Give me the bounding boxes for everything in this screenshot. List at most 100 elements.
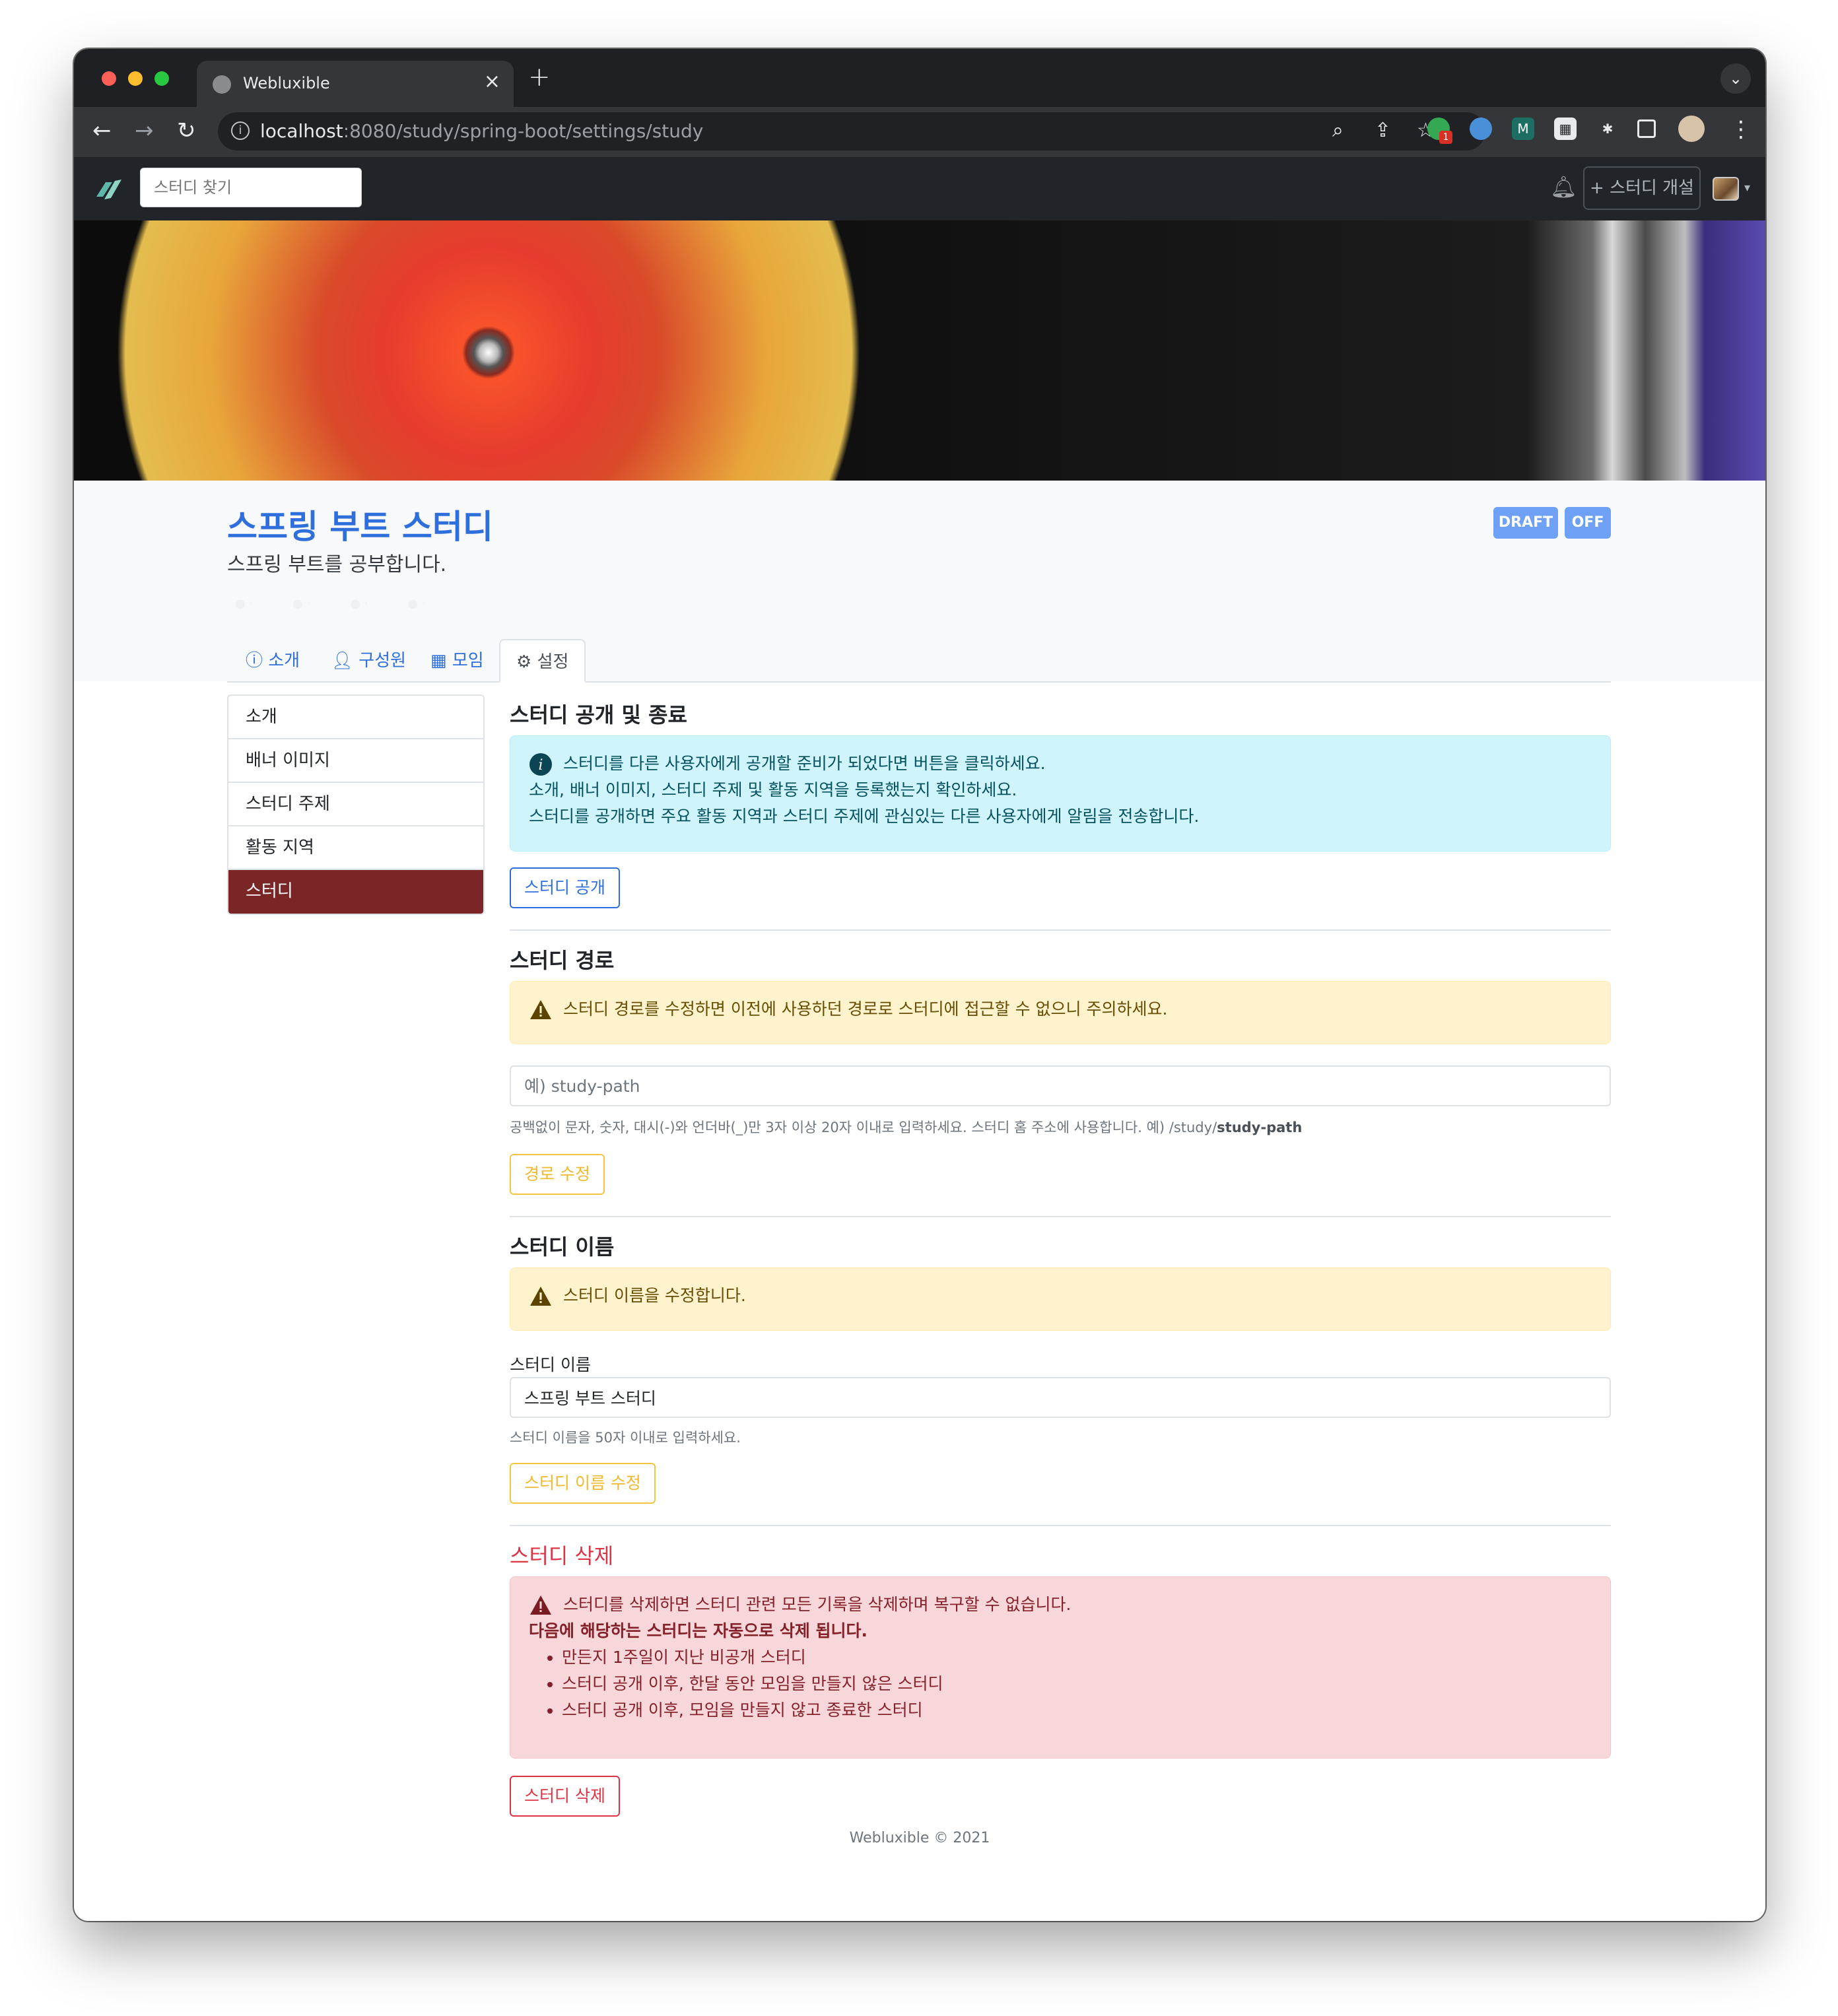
forward-arrow-icon[interactable]: →: [135, 118, 154, 144]
calendar-icon: ▦: [430, 651, 452, 671]
update-name-button[interactable]: 스터디 이름 수정: [510, 1463, 656, 1504]
delete-warning-text: 스터디를 삭제하면 스터디 관련 모든 기록을 삭제하며 복구할 수 없습니다.: [563, 1595, 1072, 1614]
reload-icon[interactable]: ↻: [177, 118, 196, 144]
warning-triangle-icon: [530, 1287, 551, 1306]
publish-info-line3: 스터디를 공개하면 주요 활동 지역과 스터디 주제에 관심있는 다른 사용자에…: [529, 807, 1200, 826]
name-warning-alert: 스터디 이름을 수정합니다.: [510, 1267, 1611, 1331]
side-panel-icon[interactable]: [1637, 119, 1656, 138]
draft-badge: DRAFT: [1493, 507, 1558, 539]
globe-icon: [213, 75, 231, 94]
study-name-input[interactable]: [510, 1377, 1611, 1418]
warning-triangle-icon: [530, 1000, 551, 1019]
gear-icon: ⚙: [516, 652, 537, 672]
study-path-input[interactable]: [510, 1065, 1611, 1106]
share-icon[interactable]: ⇪: [1375, 119, 1391, 142]
caret-down-icon[interactable]: ▾: [1744, 181, 1750, 195]
url-path: :8080/study/spring-boot/settings/study: [343, 120, 704, 142]
list-item: 만든지 1주일이 지난 비공개 스터디: [562, 1644, 1592, 1671]
zoom-icon[interactable]: ⌕: [1332, 119, 1344, 142]
delete-study-button[interactable]: 스터디 삭제: [510, 1776, 620, 1817]
new-tab-button[interactable]: +: [528, 62, 551, 92]
publish-study-button[interactable]: 스터디 공개: [510, 867, 620, 908]
qr-code-icon[interactable]: ▦: [1554, 118, 1577, 140]
publish-info-line1: 스터디를 다른 사용자에게 공개할 준비가 되었다면 버튼을 클릭하세요.: [563, 754, 1046, 773]
puzzle-icon[interactable]: ✱: [1596, 118, 1619, 140]
side-item-study[interactable]: 스터디: [228, 870, 483, 914]
tab-search-button[interactable]: ⌄: [1720, 63, 1751, 94]
user-avatar[interactable]: [1713, 177, 1739, 201]
back-arrow-icon[interactable]: ←: [92, 118, 112, 144]
bell-icon[interactable]: 🔔︎: [1550, 174, 1577, 199]
side-item-banner[interactable]: 배너 이미지: [228, 739, 483, 783]
update-path-button[interactable]: 경로 수정: [510, 1154, 605, 1195]
tab-settings[interactable]: ⚙ 설정: [499, 639, 586, 683]
close-tab-icon[interactable]: ×: [484, 70, 500, 93]
tab-members[interactable]: 👤︎ 구성원: [316, 639, 422, 683]
user-icon: 👤︎: [331, 651, 359, 671]
search-input[interactable]: [140, 168, 362, 207]
side-item-zones[interactable]: 활동 지역: [228, 826, 483, 870]
minimize-window-button[interactable]: [128, 71, 143, 86]
tab-settings-label: 설정: [537, 652, 569, 672]
path-section-title: 스터디 경로: [510, 948, 615, 973]
tab-members-label: 구성원: [358, 651, 407, 671]
browser-tab[interactable]: Webluxible ×: [197, 61, 514, 107]
path-warning-text: 스터디 경로를 수정하면 이전에 사용하던 경로로 스터디에 접근할 수 없으니…: [563, 999, 1168, 1019]
settings-side-menu: 소개 배너 이미지 스터디 주제 활동 지역 스터디: [227, 694, 485, 915]
extension-icon-3[interactable]: M: [1512, 118, 1534, 140]
close-window-button[interactable]: [102, 71, 116, 86]
info-circle-icon: i: [529, 753, 552, 776]
path-warning-alert: 스터디 경로를 수정하면 이전에 사용하던 경로로 스터디에 접근할 수 없으니…: [510, 981, 1611, 1044]
publish-section-title: 스터디 공개 및 종료: [510, 702, 687, 727]
browser-window: Webluxible × + ⌄ ← → ↻ i localhost:8080/…: [74, 49, 1765, 1921]
tab-title: Webluxible: [243, 74, 330, 92]
study-description: 스프링 부트를 공부합니다.: [227, 553, 447, 576]
divider: [510, 1525, 1611, 1526]
list-item: 스터디 공개 이후, 모임을 만들지 않고 종료한 스터디: [562, 1697, 1592, 1724]
site-info-icon[interactable]: i: [231, 121, 250, 140]
study-header: 스프링 부트 스터디 스프링 부트를 공부합니다. DRAFT OFF ● · ●…: [74, 481, 1765, 683]
extension-icon-2[interactable]: [1470, 118, 1492, 140]
delete-danger-alert: 스터디를 삭제하면 스터디 관련 모든 기록을 삭제하며 복구할 수 없습니다.…: [510, 1576, 1611, 1759]
logo-icon[interactable]: [92, 173, 124, 205]
tab-events-label: 모임: [452, 651, 484, 671]
study-banner-image: [74, 220, 1765, 481]
path-help-example: study-path: [1217, 1120, 1303, 1135]
browser-menu-icon[interactable]: ⋮: [1730, 116, 1752, 143]
path-help-main: 공백없이 문자, 숫자, 대시(-)와 언더바(_)만 3자 이상 20자 이내…: [510, 1120, 1217, 1135]
tab-intro[interactable]: ⓘ 소개: [230, 639, 316, 683]
delete-criteria-list: 만든지 1주일이 지난 비공개 스터디 스터디 공개 이후, 한달 동안 모임을…: [562, 1644, 1592, 1724]
off-badge: OFF: [1565, 507, 1611, 539]
side-item-intro[interactable]: 소개: [228, 696, 483, 739]
extension-icon-1[interactable]: 1: [1427, 118, 1452, 144]
footer-text: Webluxible © 2021: [849, 1830, 990, 1846]
svg-text:i: i: [538, 757, 543, 774]
tab-strip: Webluxible × + ⌄: [74, 49, 1765, 107]
publish-info-line2: 소개, 배너 이미지, 스터디 주제 및 활동 지역을 등록했는지 확인하세요.: [529, 780, 1017, 799]
publish-info-alert: i 스터디를 다른 사용자에게 공개할 준비가 되었다면 버튼을 클릭하세요. 소…: [510, 735, 1611, 852]
name-help-text: 스터디 이름을 50자 이내로 입력하세요.: [510, 1430, 741, 1446]
site-navbar: 🔔︎ + 스터디 개설 ▾: [74, 157, 1765, 220]
delete-auto-title: 다음에 해당하는 스터디는 자동으로 삭제 됩니다.: [529, 1621, 868, 1640]
study-title[interactable]: 스프링 부트 스터디: [227, 500, 493, 548]
info-icon: ⓘ: [246, 651, 269, 671]
maximize-window-button[interactable]: [154, 71, 169, 86]
url-text: localhost:8080/study/spring-boot/setting…: [260, 120, 703, 142]
browser-toolbar: ← → ↻ i localhost:8080/study/spring-boot…: [74, 107, 1765, 157]
open-study-button[interactable]: + 스터디 개설: [1583, 166, 1701, 210]
side-item-topics[interactable]: 스터디 주제: [228, 783, 483, 826]
warning-triangle-icon: [530, 1596, 551, 1615]
divider: [510, 1216, 1611, 1217]
extension-badge: 1: [1439, 131, 1452, 144]
list-item: 스터디 공개 이후, 한달 동안 모임을 만들지 않은 스터디: [562, 1671, 1592, 1697]
page-viewport: 🔔︎ + 스터디 개설 ▾ 스프링 부트 스터디 스프링 부트를 공부합니다. …: [74, 157, 1765, 1921]
faint-tag-row: ● · ● · ● · ● ·: [235, 597, 426, 611]
tab-intro-label: 소개: [268, 651, 300, 671]
address-bar[interactable]: i localhost:8080/study/spring-boot/setti…: [218, 112, 1485, 151]
divider: [510, 929, 1611, 931]
study-tabs: ⓘ 소개 👤︎ 구성원 ▦ 모임 ⚙ 설정: [227, 639, 1611, 683]
name-warning-text: 스터디 이름을 수정합니다.: [563, 1286, 746, 1305]
profile-avatar[interactable]: [1678, 116, 1705, 142]
url-host: localhost: [260, 120, 343, 142]
tab-events[interactable]: ▦ 모임: [415, 639, 500, 683]
